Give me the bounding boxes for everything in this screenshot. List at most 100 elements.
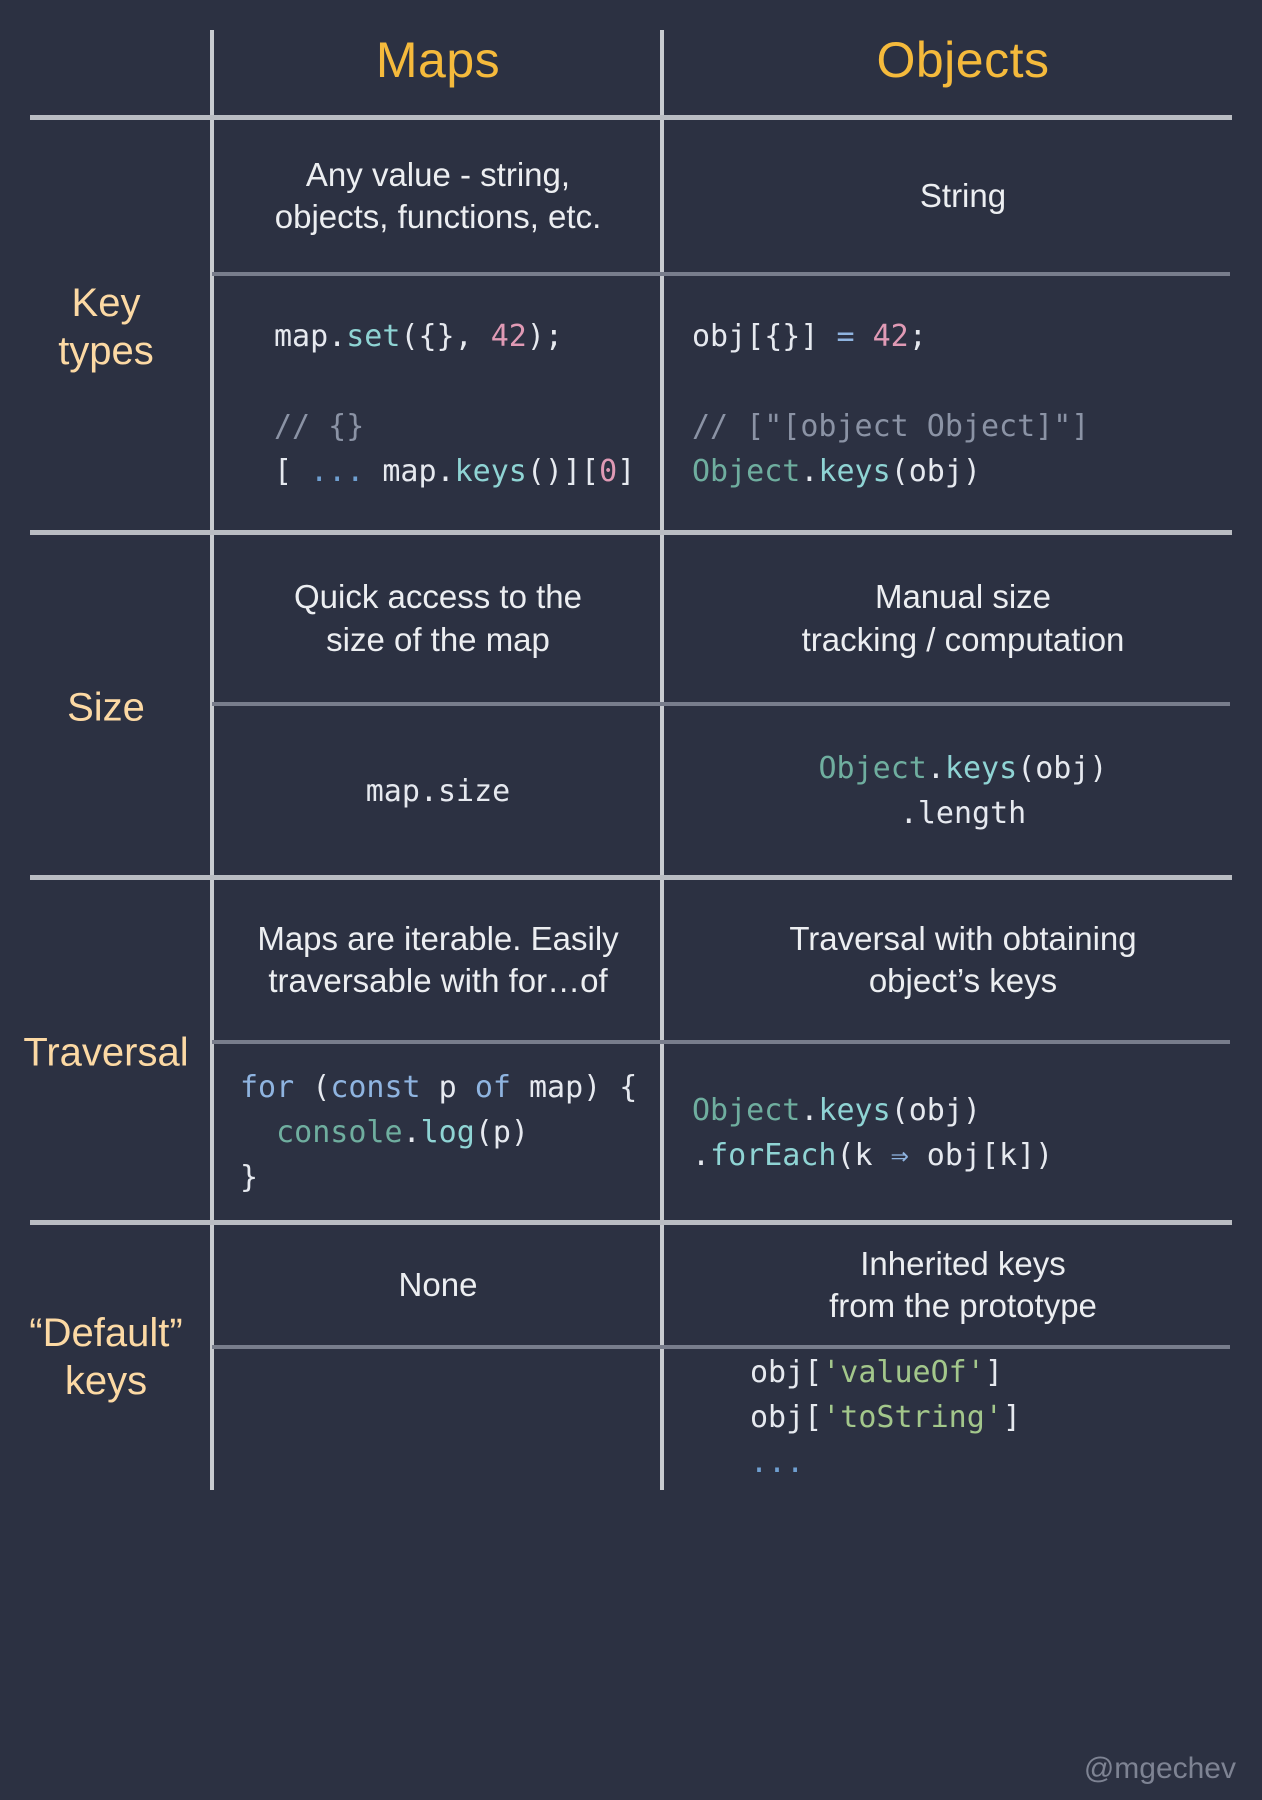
inner-separator: [212, 702, 664, 706]
code-token: 'toString': [822, 1400, 1003, 1435]
code-text: for (const p of map) { console.log(p) }: [240, 1065, 637, 1200]
header-label-cell: [0, 0, 212, 120]
header-objects-title: Objects: [876, 32, 1050, 88]
prose-text: Maps are iterable. Easily traversable wi…: [257, 919, 619, 999]
cell-objects-key-types: String obj[{}] = 42; // ["[object Object…: [664, 120, 1262, 535]
header-objects-cell: Objects: [664, 0, 1262, 120]
prose-text: Traversal with obtaining object’s keys: [789, 919, 1137, 999]
code-text: obj[{}] = 42; // ["[object Object]"] Obj…: [692, 314, 1089, 494]
code-token: obj[: [750, 1355, 823, 1390]
code-token: }: [240, 1160, 259, 1195]
code-token: ...: [750, 1445, 805, 1480]
inner-separator: [212, 1040, 664, 1044]
cell-objects-default-keys: Inherited keys from the prototype obj['v…: [664, 1225, 1262, 1490]
code-token: Object: [818, 751, 927, 786]
code-block-maps-size: map.size: [212, 702, 664, 880]
row-label-text: Traversal: [23, 1030, 189, 1075]
code-token: );: [526, 318, 563, 354]
code-token: ]: [617, 453, 636, 489]
cell-maps-default-keys: None: [212, 1225, 664, 1490]
row-label-default-keys: “Default” keys: [0, 1225, 212, 1490]
inner-separator: [212, 1345, 664, 1349]
code-token: [: [274, 453, 311, 489]
code-token: log: [420, 1115, 475, 1150]
code-token: .: [800, 453, 819, 489]
code-token: =: [836, 318, 855, 354]
code-token: keys: [454, 453, 527, 489]
code-token: obj[: [750, 1400, 823, 1435]
code-text: Object.keys(obj) .length: [819, 746, 1108, 836]
code-token: .: [926, 751, 945, 786]
inner-separator: [212, 272, 664, 276]
code-token: .: [800, 1092, 819, 1128]
code-token: ({},: [400, 318, 491, 354]
code-token: p: [420, 1070, 475, 1105]
cell-maps-traversal: Maps are iterable. Easily traversable wi…: [212, 880, 664, 1225]
code-token: // ["[object Object]"]: [692, 408, 1090, 444]
code-token: .: [402, 1115, 421, 1150]
code-token: 42: [872, 318, 909, 354]
prose-text: Quick access to the size of the map: [294, 578, 582, 658]
prose-text: Manual size tracking / computation: [801, 578, 1125, 658]
code-token: set: [346, 318, 401, 354]
table-row: Traversal Maps are iterable. Easily trav…: [0, 880, 1262, 1225]
prose-text: String: [919, 176, 1007, 214]
code-token: map.: [364, 453, 455, 489]
table-row: Size Quick access to the size of the map…: [0, 535, 1262, 880]
code-token: of: [474, 1070, 511, 1105]
code-token: const: [330, 1070, 421, 1105]
code-token: ⇒: [890, 1137, 909, 1173]
code-token: map.: [274, 318, 347, 354]
code-token: (k: [836, 1137, 891, 1173]
row-label-key-types: Key types: [0, 120, 212, 535]
prose-text: Inherited keys from the prototype: [829, 1244, 1097, 1324]
code-token: (obj): [1017, 751, 1108, 786]
code-token: ()][: [526, 453, 600, 489]
row-label-traversal: Traversal: [0, 880, 212, 1225]
cell-objects-size: Manual size tracking / computation Objec…: [664, 535, 1262, 880]
code-block-maps-traversal: for (const p of map) { console.log(p) }: [212, 1040, 664, 1225]
code-token: obj[{}]: [692, 318, 837, 354]
code-token: // {}: [274, 408, 365, 444]
code-text: Object.keys(obj) .forEach(k ⇒ obj[k]): [692, 1088, 1053, 1178]
code-token: (: [294, 1070, 331, 1105]
code-token: ...: [310, 453, 365, 489]
code-token: keys: [818, 1092, 891, 1128]
code-token: keys: [818, 453, 891, 489]
row-label-text: “Default” keys: [29, 1310, 183, 1404]
header-maps-title: Maps: [375, 32, 501, 88]
prose-text: Any value - string, objects, functions, …: [274, 155, 602, 235]
code-token: 42: [490, 318, 527, 354]
code-block-maps-key-types: map.set({}, 42); // {} [ ... map.keys()]…: [212, 272, 664, 535]
inner-separator: [664, 1345, 1230, 1349]
code-token: keys: [944, 751, 1018, 786]
code-token: obj[k]): [908, 1137, 1054, 1173]
code-token: console: [276, 1115, 403, 1150]
code-token: ;: [908, 318, 927, 354]
code-block-objects-key-types: obj[{}] = 42; // ["[object Object]"] Obj…: [664, 272, 1262, 535]
header-maps-cell: Maps: [212, 0, 664, 120]
code-token: Object: [692, 1092, 801, 1128]
inner-separator: [664, 272, 1230, 276]
inner-separator: [664, 702, 1230, 706]
code-text: map.set({}, 42); // {} [ ... map.keys()]…: [274, 314, 635, 494]
code-token: .length: [899, 796, 1027, 831]
code-token: for: [240, 1070, 295, 1105]
row-label-size: Size: [0, 535, 212, 880]
code-block-objects-default-keys: obj['valueOf'] obj['toString'] ...: [664, 1345, 1262, 1490]
cell-objects-traversal: Traversal with obtaining object’s keys O…: [664, 880, 1262, 1225]
comparison-table-slide: Maps Objects Key types Any value - strin…: [0, 0, 1262, 1800]
table-row: “Default” keys None Inherited keys from …: [0, 1225, 1262, 1490]
code-token: .: [692, 1137, 711, 1173]
code-token: map.size: [365, 773, 511, 809]
code-block-objects-traversal: Object.keys(obj) .forEach(k ⇒ obj[k]): [664, 1040, 1262, 1225]
code-token: (p): [474, 1115, 529, 1150]
code-token: ]: [984, 1355, 1003, 1390]
code-token: forEach: [710, 1137, 837, 1173]
author-watermark: @mgechev: [1083, 1752, 1236, 1785]
inner-separator: [664, 1040, 1230, 1044]
code-block-maps-default-keys: [212, 1345, 664, 1490]
code-token: (obj): [890, 1092, 981, 1128]
